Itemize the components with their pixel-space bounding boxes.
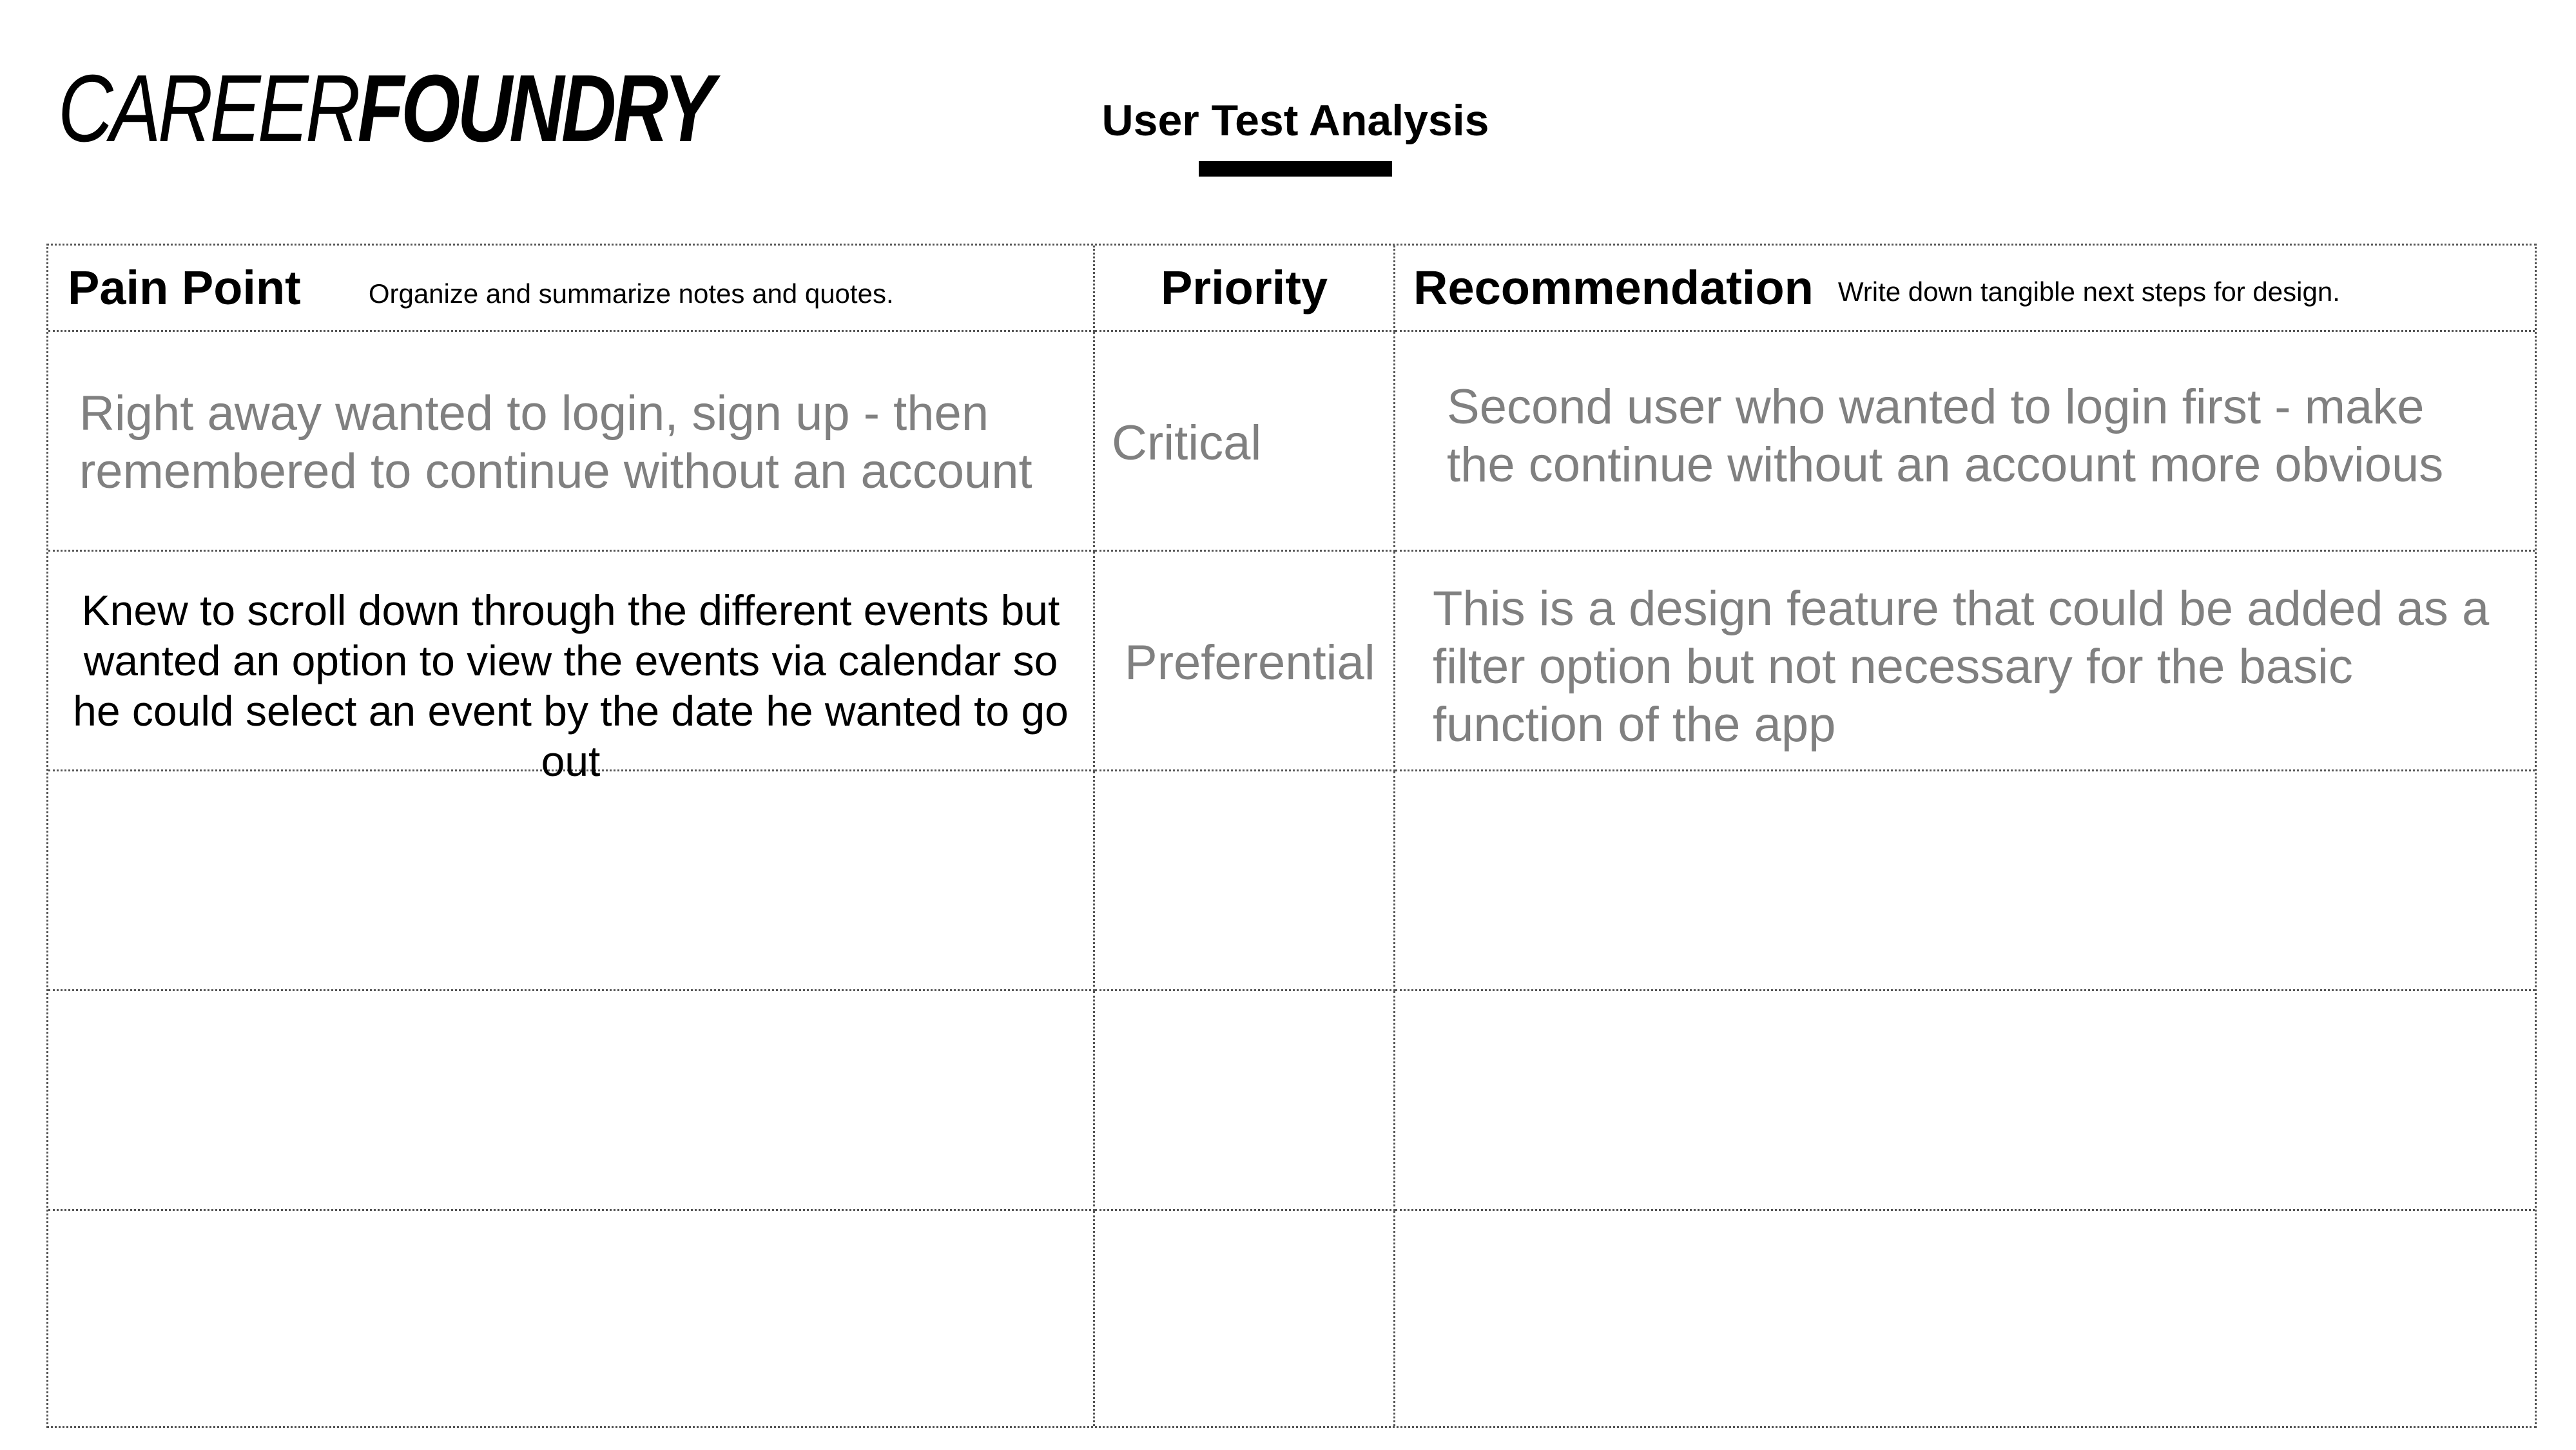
priority-text: Critical xyxy=(1112,416,1262,470)
header-pain-point-label: Pain Point xyxy=(68,261,301,314)
header-recommendation-label: Recommendation xyxy=(1413,261,1814,314)
header-priority-label: Priority xyxy=(1160,261,1328,314)
header-pain-point-hint: Organize and summarize notes and quotes. xyxy=(368,278,894,309)
header-pain-point: Pain Point Organize and summarize notes … xyxy=(48,246,1095,332)
table-cell-pain-point[interactable] xyxy=(48,1211,1095,1426)
table-cell-priority[interactable] xyxy=(1095,991,1395,1211)
header-recommendation-hint: Write down tangible next steps for desig… xyxy=(1837,276,2340,307)
table-cell-recommendation[interactable] xyxy=(1395,1211,2535,1426)
table-cell-pain-point[interactable]: Right away wanted to login, sign up - th… xyxy=(48,332,1095,552)
table-cell-pain-point[interactable] xyxy=(48,991,1095,1211)
table-cell-recommendation[interactable]: Second user who wanted to login first - … xyxy=(1395,332,2535,552)
title-underline xyxy=(1199,161,1392,177)
page-title: User Test Analysis xyxy=(1101,96,1489,145)
table-cell-priority[interactable] xyxy=(1095,1211,1395,1426)
table-cell-recommendation[interactable] xyxy=(1395,771,2535,991)
logo-bold-part: FOUNDRY xyxy=(357,55,715,162)
table-cell-priority[interactable]: Preferential xyxy=(1095,552,1395,771)
priority-text: Preferential xyxy=(1125,635,1375,690)
analysis-table: Pain Point Organize and summarize notes … xyxy=(46,244,2537,1428)
table-cell-pain-point[interactable] xyxy=(48,771,1095,991)
table-cell-priority[interactable]: Critical xyxy=(1095,332,1395,552)
pain-point-text: Right away wanted to login, sign up - th… xyxy=(79,386,1032,499)
table-cell-recommendation[interactable] xyxy=(1395,991,2535,1211)
logo-light-part: CAREER xyxy=(58,55,360,162)
header-recommendation: Recommendation Write down tangible next … xyxy=(1395,246,2535,332)
recommendation-text: This is a design feature that could be a… xyxy=(1433,581,2490,752)
pain-point-text: Knew to scroll down through the differen… xyxy=(73,586,1069,785)
table-cell-pain-point[interactable]: Knew to scroll down through the differen… xyxy=(48,552,1095,785)
table-cell-recommendation[interactable]: This is a design feature that could be a… xyxy=(1395,552,2535,771)
table-cell-priority[interactable] xyxy=(1095,771,1395,991)
recommendation-text: Second user who wanted to login first - … xyxy=(1447,380,2444,492)
header-priority: Priority xyxy=(1095,246,1395,332)
careerfoundry-logo: CAREERFOUNDRY xyxy=(58,61,715,157)
